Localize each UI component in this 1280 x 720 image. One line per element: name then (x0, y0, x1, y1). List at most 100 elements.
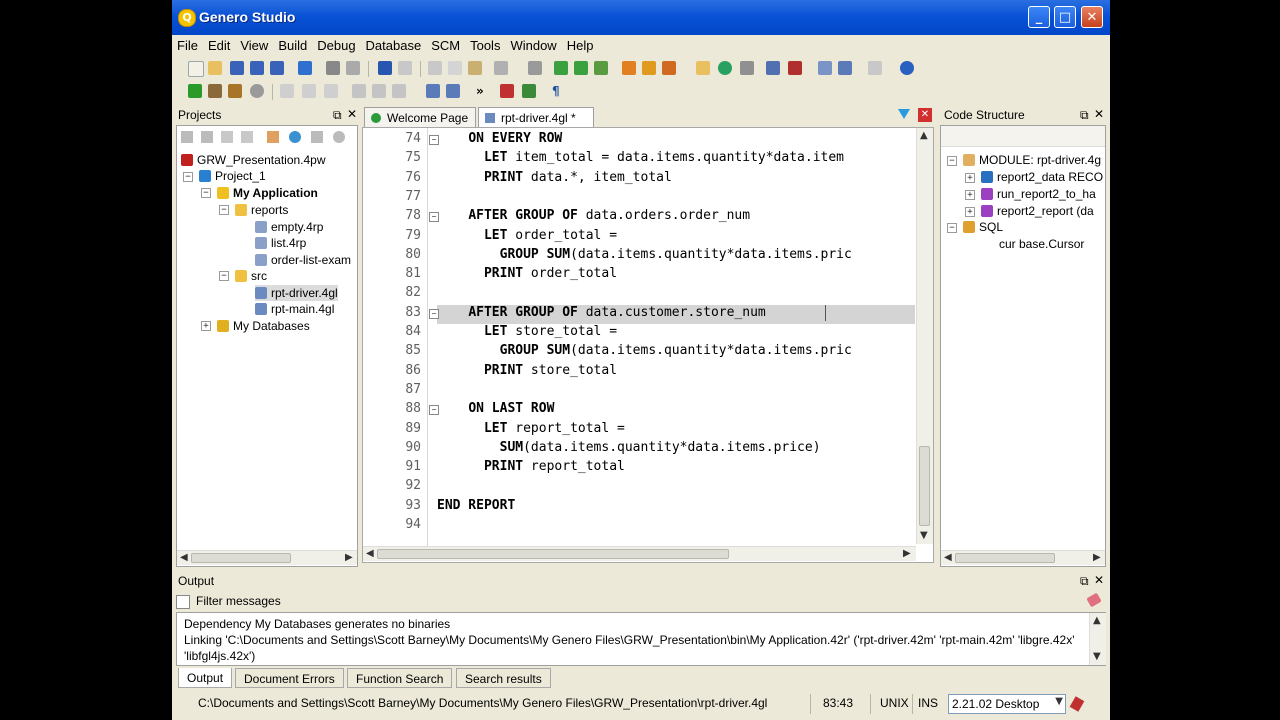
undo-icon[interactable] (378, 61, 392, 75)
bookmark-icon[interactable] (500, 84, 514, 98)
code-line[interactable]: LET item_total = data.items.quantity*dat… (437, 150, 844, 165)
chevron-down-icon[interactable]: ▼ (1055, 696, 1063, 707)
scroll-down-icon[interactable]: ▼ (1093, 651, 1101, 662)
capitalize-icon[interactable] (324, 84, 338, 98)
menu-build[interactable]: Build (273, 36, 312, 53)
projects-close-icon[interactable]: ✕ (347, 107, 357, 121)
tree-item-project[interactable]: Project_1 (199, 168, 266, 184)
collapse-icon[interactable]: − (947, 223, 957, 233)
code-line[interactable]: LET order_total = (437, 228, 617, 243)
split-view-icon[interactable] (426, 84, 440, 98)
sync-icon[interactable] (298, 61, 312, 75)
open-file-icon[interactable] (208, 61, 222, 75)
code-line[interactable]: LET report_total = (437, 421, 625, 436)
settings-icon[interactable] (311, 131, 323, 143)
code-line[interactable]: PRINT report_total (437, 459, 625, 474)
menu-edit[interactable]: Edit (203, 36, 235, 53)
deploy-icon[interactable] (642, 61, 656, 75)
output-float-icon[interactable]: ⧉ (1080, 574, 1089, 589)
print-preview-icon[interactable] (346, 61, 360, 75)
clear-output-icon[interactable] (1086, 592, 1102, 608)
code-editor[interactable]: 74− ON EVERY ROW 75 LET item_total = data… (362, 127, 934, 563)
comment-icon[interactable] (392, 84, 406, 98)
menu-view[interactable]: View (235, 36, 273, 53)
code-line[interactable] (437, 285, 468, 300)
check-icon[interactable] (333, 131, 345, 143)
code-line[interactable] (437, 189, 468, 204)
code-line[interactable]: SUM(data.items.quantity*data.items.price… (437, 440, 821, 455)
refresh-icon[interactable] (289, 131, 301, 143)
split-horizontal-icon[interactable] (446, 84, 460, 98)
close-window-button[interactable]: ✕ (1081, 6, 1103, 28)
print-icon[interactable] (326, 61, 340, 75)
stop-icon[interactable] (250, 84, 264, 98)
scroll-thumb[interactable] (191, 553, 291, 563)
tree-item-file[interactable]: list.4rp (255, 235, 306, 251)
tab-output[interactable]: Output (178, 668, 233, 688)
expand-icon[interactable]: + (965, 173, 975, 183)
copy-icon[interactable] (448, 61, 462, 75)
calendar-icon[interactable] (766, 61, 780, 75)
remove-icon[interactable] (201, 131, 213, 143)
scroll-left-icon[interactable]: ◀ (180, 552, 188, 563)
structure-item[interactable]: run_report2_to_ha (981, 186, 1096, 202)
collapse-icon[interactable]: − (201, 188, 211, 198)
save-as-icon[interactable] (250, 61, 264, 75)
tree-item-file[interactable]: empty.4rp (255, 219, 323, 235)
indent-icon[interactable] (352, 84, 366, 98)
menu-tools[interactable]: Tools (465, 36, 505, 53)
tab-document-errors[interactable]: Document Errors (235, 668, 344, 688)
projects-float-icon[interactable]: ⧉ (333, 108, 342, 123)
structure-float-icon[interactable]: ⧉ (1080, 108, 1089, 123)
scroll-left-icon[interactable]: ◀ (366, 548, 374, 559)
run-icon[interactable] (188, 84, 202, 98)
more-tools-icon[interactable]: » (476, 84, 490, 98)
code-line[interactable]: ON LAST ROW (437, 401, 554, 416)
debug-icon[interactable] (208, 84, 222, 98)
scroll-right-icon[interactable]: ▶ (1093, 552, 1101, 563)
find-icon[interactable] (696, 61, 710, 75)
menu-scm[interactable]: SCM (426, 36, 465, 53)
build-project-icon[interactable] (267, 131, 279, 143)
paste-icon[interactable] (468, 61, 482, 75)
link-icon[interactable] (574, 61, 588, 75)
code-line[interactable]: ON EVERY ROW (437, 131, 562, 146)
scroll-right-icon[interactable]: ▶ (903, 548, 911, 559)
code-line[interactable]: PRINT store_total (437, 363, 617, 378)
tab-function-search[interactable]: Function Search (347, 668, 453, 688)
new-file-icon[interactable] (188, 61, 204, 77)
collapse-icon[interactable]: − (947, 156, 957, 166)
code-line[interactable] (437, 478, 468, 493)
code-line[interactable]: GROUP SUM(data.items.quantity*data.items… (437, 343, 852, 358)
tools-status-icon[interactable] (1069, 696, 1085, 712)
redo-icon[interactable] (398, 61, 412, 75)
scroll-thumb[interactable] (955, 553, 1055, 563)
search-icon[interactable] (740, 61, 754, 75)
code-line[interactable] (437, 382, 468, 397)
folder-icon[interactable] (241, 131, 253, 143)
tab-list-icon[interactable] (898, 109, 910, 119)
tree-item-reports-folder[interactable]: reports (235, 202, 288, 218)
window-tile-icon[interactable] (838, 61, 852, 75)
tree-item-file-selected[interactable]: rpt-driver.4gl (255, 285, 338, 301)
tree-item-application[interactable]: My Application (217, 185, 318, 201)
expand-icon[interactable]: + (965, 190, 975, 200)
maximize-button[interactable]: □ (1054, 6, 1076, 28)
code-line[interactable]: LET store_total = (437, 324, 617, 339)
add-icon[interactable] (181, 131, 193, 143)
code-line[interactable]: AFTER GROUP OF data.orders.order_num (437, 208, 750, 223)
show-whitespace-icon[interactable]: ¶ (552, 84, 566, 98)
close-tab-icon[interactable]: ✕ (918, 108, 932, 122)
save-all-icon[interactable] (270, 61, 284, 75)
code-line[interactable]: END REPORT (437, 498, 515, 513)
code-line[interactable] (437, 517, 468, 532)
tree-item-file[interactable]: rpt-main.4gl (255, 301, 334, 317)
scroll-thumb[interactable] (377, 549, 729, 559)
structure-module[interactable]: MODULE: rpt-driver.4g (963, 152, 1101, 168)
tab-search-results[interactable]: Search results (456, 668, 551, 688)
menu-database[interactable]: Database (361, 36, 427, 53)
tab-welcome-page[interactable]: Welcome Page (364, 107, 476, 127)
select-all-icon[interactable] (528, 61, 542, 75)
scroll-up-icon[interactable]: ▲ (920, 130, 928, 141)
tree-item-databases[interactable]: My Databases (217, 318, 310, 334)
